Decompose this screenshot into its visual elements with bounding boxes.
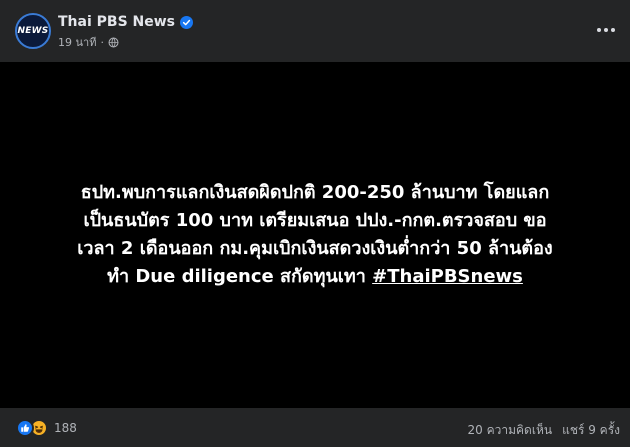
post-footer: 188 20 ความคิดเห็น แชร์ 9 ครั้ง [0, 408, 630, 447]
reactions-summary[interactable]: 188 [16, 419, 77, 437]
verified-badge-icon [180, 15, 194, 29]
hashtag-link[interactable]: #ThaiPBSnews [372, 266, 523, 287]
post-text-line: ธปท.พบการแลกเงินสดผิดปกติ 200-250 ล้านบา… [80, 182, 550, 203]
engagement-stats: 20 ความคิดเห็น แชร์ 9 ครั้ง [468, 421, 620, 440]
post-time[interactable]: 19 นาที [58, 33, 96, 51]
post-text-line: เป็นธนบัตร 100 บาท เตรียมเสนอ ปปง.-กกต.ต… [83, 210, 547, 231]
post-text: ธปท.พบการแลกเงินสดผิดปกติ 200-250 ล้านบา… [15, 179, 615, 291]
more-options-icon[interactable] [594, 20, 618, 40]
shares-count-link[interactable]: แชร์ 9 ครั้ง [562, 421, 620, 440]
page-name-row: Thai PBS News [58, 14, 194, 30]
post-text-line: ทำ Due diligence สกัดทุนเทา [107, 266, 373, 287]
post-text-line-last: ทำ Due diligence สกัดทุนเทา #ThaiPBSnews [15, 263, 615, 291]
post-header: NEWS Thai PBS News 19 นาที · [0, 0, 630, 62]
avatar-logo-text: NEWS [17, 26, 49, 36]
like-reaction-icon [16, 419, 34, 437]
meta-separator: · [100, 35, 104, 49]
globe-icon[interactable] [108, 37, 119, 48]
post-meta: 19 นาที · [58, 33, 119, 51]
post-text-line: เวลา 2 เดือนออก กม.คุมเบิกเงินสดวงเงินต่… [77, 238, 553, 259]
post-image[interactable]: ธปท.พบการแลกเงินสดผิดปกติ 200-250 ล้านบา… [0, 62, 630, 408]
comments-count-link[interactable]: 20 ความคิดเห็น [468, 421, 553, 440]
page-name[interactable]: Thai PBS News [58, 14, 175, 30]
avatar[interactable]: NEWS [15, 13, 51, 49]
reaction-count: 188 [54, 421, 77, 435]
